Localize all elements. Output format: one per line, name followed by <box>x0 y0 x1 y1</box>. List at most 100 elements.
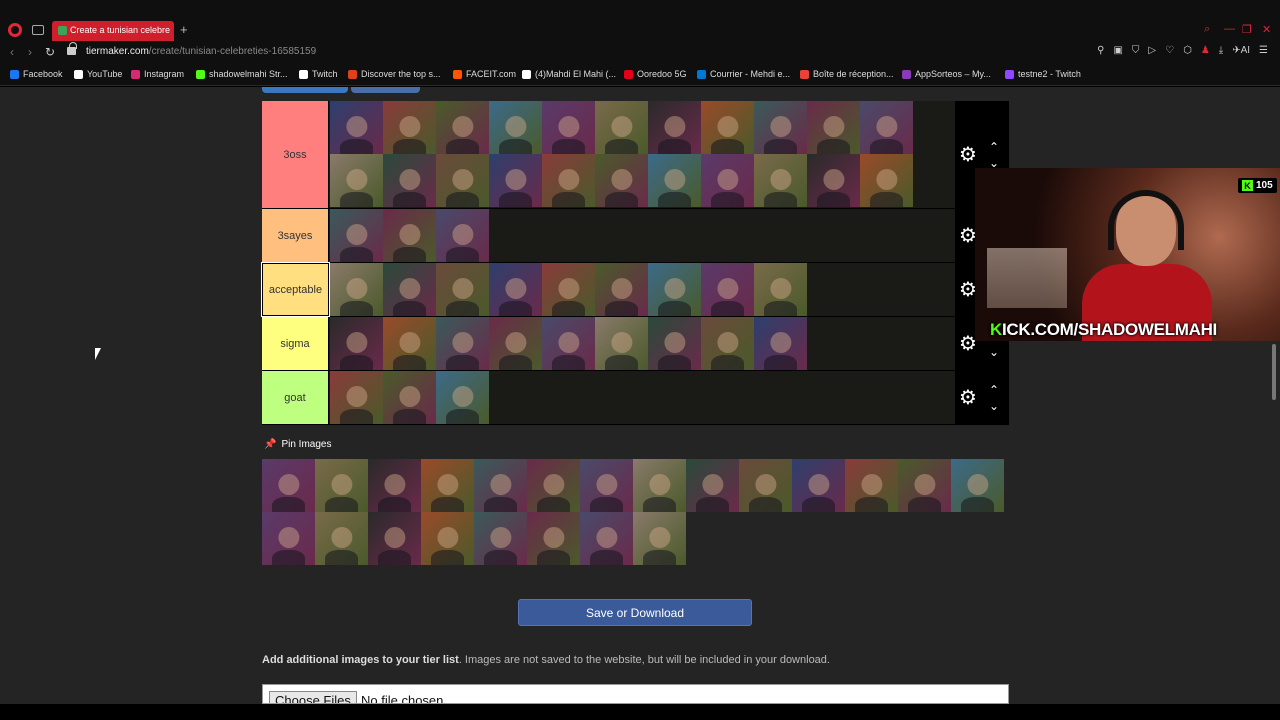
celebrity-image[interactable] <box>436 317 489 370</box>
tier-label[interactable]: 3sayes <box>262 209 329 262</box>
pin-tab-icon[interactable]: ⚲ <box>1097 45 1104 56</box>
celebrity-image[interactable] <box>701 154 754 207</box>
celebrity-image[interactable] <box>474 459 527 512</box>
celebrity-image[interactable] <box>951 459 1004 512</box>
celebrity-image[interactable] <box>489 154 542 207</box>
celebrity-image[interactable] <box>754 154 807 207</box>
celebrity-image[interactable] <box>368 459 421 512</box>
celebrity-image[interactable] <box>436 154 489 207</box>
celebrity-image[interactable] <box>792 459 845 512</box>
celebrity-image[interactable] <box>262 512 315 565</box>
top-button-left[interactable] <box>262 87 348 93</box>
celebrity-image[interactable] <box>330 317 383 370</box>
gear-icon[interactable]: ⚙ <box>959 388 977 408</box>
bookmark-item[interactable]: Twitch <box>299 69 338 79</box>
pushpin-icon[interactable]: 📌 <box>264 439 276 450</box>
celebrity-image[interactable] <box>421 459 474 512</box>
celebrity-image[interactable] <box>595 101 648 154</box>
celebrity-image[interactable] <box>330 154 383 207</box>
celebrity-image[interactable] <box>489 101 542 154</box>
celebrity-image[interactable] <box>739 459 792 512</box>
bookmark-item[interactable]: Courrier - Mehdi e... <box>697 69 790 79</box>
celebrity-image[interactable] <box>330 263 383 316</box>
celebrity-image[interactable] <box>542 101 595 154</box>
celebrity-image[interactable] <box>701 317 754 370</box>
celebrity-image[interactable] <box>648 317 701 370</box>
save-download-button[interactable]: Save or Download <box>518 599 752 626</box>
bookmark-item[interactable]: Facebook <box>10 69 63 79</box>
search-icon[interactable]: ⌕ <box>1204 23 1210 36</box>
celebrity-image[interactable] <box>421 512 474 565</box>
celebrity-image[interactable] <box>754 101 807 154</box>
celebrity-image[interactable] <box>262 459 315 512</box>
url-field[interactable]: tiermaker.com/create/tunisian-celebretie… <box>86 46 316 57</box>
extensions-icon[interactable]: ⬡ <box>1183 45 1192 56</box>
minimize-icon[interactable]: — <box>1224 23 1235 35</box>
file-input[interactable]: Choose Files No file chosen <box>262 684 1009 704</box>
tab-list-icon[interactable] <box>32 25 44 35</box>
forward-icon[interactable]: › <box>28 45 32 59</box>
chevron-down-icon[interactable]: ⌄ <box>989 346 999 358</box>
celebrity-image[interactable] <box>330 101 383 154</box>
new-tab-plus-icon[interactable]: + <box>180 22 188 37</box>
celebrity-image[interactable] <box>527 512 580 565</box>
celebrity-image[interactable] <box>595 263 648 316</box>
celebrity-image[interactable] <box>648 263 701 316</box>
opera-logo-icon[interactable] <box>8 23 22 37</box>
celebrity-image[interactable] <box>489 263 542 316</box>
bookmark-item[interactable]: testne2 - Twitch <box>1005 69 1081 79</box>
tier-label[interactable]: acceptable <box>261 262 330 317</box>
celebrity-image[interactable] <box>383 371 436 424</box>
celebrity-image[interactable] <box>898 459 951 512</box>
back-icon[interactable]: ‹ <box>10 45 14 59</box>
celebrity-image[interactable] <box>542 154 595 207</box>
celebrity-image[interactable] <box>648 154 701 207</box>
celebrity-image[interactable] <box>701 101 754 154</box>
celebrity-image[interactable] <box>436 101 489 154</box>
celebrity-image[interactable] <box>845 459 898 512</box>
celebrity-image[interactable] <box>368 512 421 565</box>
play-icon[interactable]: ▷ <box>1148 45 1156 56</box>
chevron-up-icon[interactable]: ⌃ <box>989 384 999 396</box>
celebrity-image[interactable] <box>436 263 489 316</box>
bookmark-item[interactable]: (4)Mahdi El Mahi (... <box>522 69 616 79</box>
celebrity-image[interactable] <box>527 459 580 512</box>
celebrity-image[interactable] <box>807 154 860 207</box>
tier-label[interactable]: sigma <box>262 317 329 370</box>
celebrity-image[interactable] <box>542 263 595 316</box>
bookmark-item[interactable]: Instagram <box>131 69 184 79</box>
tier-label[interactable]: goat <box>262 371 329 424</box>
celebrity-image[interactable] <box>383 154 436 207</box>
celebrity-image[interactable] <box>542 317 595 370</box>
celebrity-image[interactable] <box>860 154 913 207</box>
celebrity-image[interactable] <box>595 317 648 370</box>
bookmark-item[interactable]: YouTube <box>74 69 122 79</box>
celebrity-image[interactable] <box>754 317 807 370</box>
snapshot-icon[interactable]: ▣ <box>1113 45 1122 56</box>
menu-icon[interactable]: ☰ <box>1259 45 1268 56</box>
celebrity-image[interactable] <box>383 317 436 370</box>
reload-icon[interactable]: ↻ <box>45 45 55 59</box>
celebrity-image[interactable] <box>648 101 701 154</box>
celebrity-image[interactable] <box>474 512 527 565</box>
gear-icon[interactable]: ⚙ <box>959 145 977 165</box>
celebrity-image[interactable] <box>807 101 860 154</box>
celebrity-image[interactable] <box>701 263 754 316</box>
bookmark-item[interactable]: shadowelmahi Str... <box>196 69 288 79</box>
shield-icon[interactable]: ⛉ <box>1132 45 1140 56</box>
celebrity-image[interactable] <box>330 209 383 262</box>
heart-icon[interactable]: ♡ <box>1165 45 1174 56</box>
vpn-icon[interactable]: ♟ <box>1201 45 1210 56</box>
celebrity-image[interactable] <box>633 459 686 512</box>
top-button-right[interactable] <box>351 87 420 93</box>
celebrity-image[interactable] <box>686 459 739 512</box>
celebrity-image[interactable] <box>315 512 368 565</box>
celebrity-image[interactable] <box>330 371 383 424</box>
download-icon[interactable]: ⤓ <box>1219 45 1223 56</box>
bookmark-item[interactable]: FACEIT.com <box>453 69 516 79</box>
bookmark-item[interactable]: Discover the top s... <box>348 69 441 79</box>
celebrity-image[interactable] <box>580 459 633 512</box>
restore-icon[interactable]: ❐ <box>1242 23 1252 36</box>
celebrity-image[interactable] <box>436 371 489 424</box>
celebrity-image[interactable] <box>436 209 489 262</box>
